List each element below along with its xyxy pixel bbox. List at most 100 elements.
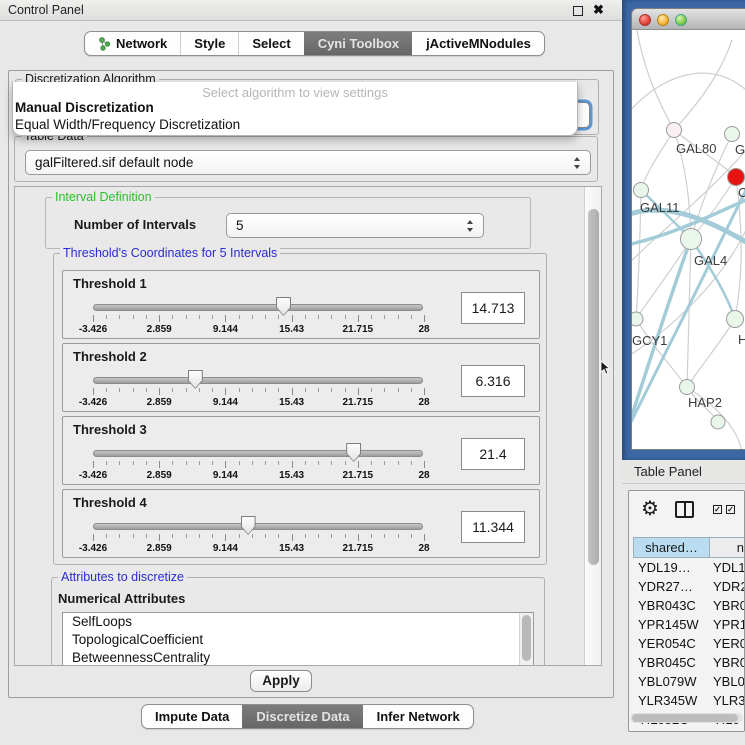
table-header-row: shared… n <box>633 537 745 558</box>
checkbox-icon[interactable]: ✓ <box>726 505 735 514</box>
cell-name: YDR2 <box>709 577 745 596</box>
column-header-name[interactable]: n <box>710 538 745 557</box>
tick-label: 2.859 <box>147 324 172 335</box>
tick-label: -3.426 <box>79 470 107 481</box>
tab-discretize-data[interactable]: Discretize Data <box>242 705 362 728</box>
threshold-3-slider-thumb[interactable] <box>346 443 361 462</box>
table-panel-title: Table Panel <box>634 464 702 479</box>
slider-tick-labels: -3.4262.8599.14415.4321.71528 <box>93 397 424 409</box>
threshold-2-slider-thumb[interactable] <box>188 370 203 389</box>
threshold-1-slider-track[interactable] <box>93 304 423 311</box>
node-gcy1 <box>632 312 643 326</box>
table-row[interactable]: YDL19…YDL1 <box>633 558 745 577</box>
close-panel-icon[interactable]: ✖ <box>593 2 604 18</box>
algorithm-option-equal-width[interactable]: Equal Width/Frequency Discretization <box>13 116 577 133</box>
cell-name: YDL1 <box>709 558 745 577</box>
node-gal4 <box>681 229 702 250</box>
threshold-4-slider-thumb[interactable] <box>241 516 256 535</box>
network-window-titlebar[interactable] <box>632 9 745 30</box>
split-columns-icon[interactable] <box>675 501 694 518</box>
threshold-2-value-field[interactable]: 6.316 <box>461 365 525 397</box>
node-gal80 <box>667 123 682 138</box>
apply-button[interactable]: Apply <box>250 670 312 692</box>
threshold-4-slider-track[interactable] <box>93 523 423 530</box>
tick-label: 15.43 <box>279 324 304 335</box>
attribute-item[interactable]: TopologicalCoefficient <box>63 631 533 649</box>
attribute-item[interactable]: BetweennessCentrality <box>63 649 533 666</box>
threshold-1-slider-thumb[interactable] <box>276 297 291 316</box>
tick-label: 28 <box>418 470 429 481</box>
algorithm-option-manual[interactable]: Manual Discretization <box>13 99 577 116</box>
cell-name: YER0 <box>709 634 745 653</box>
panel-vertical-scrollbar[interactable] <box>584 187 601 665</box>
threshold-3-panel: Threshold 3 -3.4262.8599.14415.4321.7152… <box>62 416 540 485</box>
network-canvas[interactable]: GAL80 G C GAL11 GAL4 GCY1 H HAP2 <box>632 30 745 450</box>
tab-infer-network[interactable]: Infer Network <box>363 705 473 728</box>
table-data-value: galFiltered.sif default node <box>35 155 193 170</box>
cell-shared-name: YBL079W <box>633 672 709 691</box>
cell-shared-name: YDR27… <box>633 577 709 596</box>
tab-style[interactable]: Style <box>180 32 238 55</box>
slider-tick-marks <box>93 388 424 396</box>
close-traffic-light-icon[interactable] <box>639 14 651 26</box>
tab-label: Style <box>194 36 225 51</box>
tick-label: 15.43 <box>279 397 304 408</box>
tick-label: 9.144 <box>213 543 238 554</box>
threshold-1-label: Threshold 1 <box>73 276 147 291</box>
threshold-4-label: Threshold 4 <box>73 495 147 510</box>
tab-network[interactable]: Network <box>85 32 180 55</box>
tick-label: 2.859 <box>147 470 172 481</box>
table-row[interactable]: YER054CYER0 <box>633 634 745 653</box>
dock-titlebar: Control Panel ✖ <box>0 0 622 21</box>
control-panel-dock: Control Panel ✖ Network Style SelectCyni T… <box>0 0 622 745</box>
spinner-arrows-icon <box>466 220 474 232</box>
numerical-attributes-list[interactable]: SelfLoopsTopologicalCoefficientBetweenne… <box>62 612 534 666</box>
settings-scroll-panel: Interval Definition Number of Intervals … <box>14 186 602 666</box>
tab-jactivemnodules[interactable]: jActiveMNodules <box>412 32 544 55</box>
dock-title: Control Panel <box>8 3 84 17</box>
cell-shared-name: YER054C <box>633 634 709 653</box>
float-panel-icon[interactable] <box>573 6 583 16</box>
scrollbar-thumb[interactable] <box>588 209 599 565</box>
minimize-traffic-light-icon[interactable] <box>657 14 669 26</box>
table-row[interactable]: YPR145WYPR1 <box>633 615 745 634</box>
tab-impute-data[interactable]: Impute Data <box>142 705 242 728</box>
table-row[interactable]: YDR27…YDR2 <box>633 577 745 596</box>
number-of-intervals-value: 5 <box>236 218 244 233</box>
table-row[interactable]: YBR045CYBR0 <box>633 653 745 672</box>
table-row[interactable]: YLR345WYLR3 <box>633 691 745 710</box>
table-row[interactable]: YBR043CYBR0 <box>633 596 745 615</box>
node-h <box>727 311 744 328</box>
cell-shared-name: YBR045C <box>633 653 709 672</box>
checkbox-icon[interactable]: ✓ <box>713 505 722 514</box>
zoom-traffic-light-icon[interactable] <box>675 14 687 26</box>
scrollbar-thumb[interactable] <box>632 714 738 722</box>
tab-select[interactable]: Select <box>238 32 303 55</box>
algorithm-placeholder-option[interactable]: Select algorithm to view settings <box>13 82 577 99</box>
tick-label: 15.43 <box>279 470 304 481</box>
tab-cyni-toolbox[interactable]: Cyni Toolbox <box>304 32 412 55</box>
attribute-item[interactable]: SelfLoops <box>63 613 533 631</box>
table-horizontal-scrollbar[interactable] <box>630 713 743 723</box>
table-data-combobox[interactable]: galFiltered.sif default node <box>25 150 591 175</box>
network-tab-icon <box>98 37 111 51</box>
threshold-3-slider-track[interactable] <box>93 450 423 457</box>
svg-text:H: H <box>738 332 745 347</box>
threshold-1-panel: Threshold 1 -3.4262.8599.14415.4321.7152… <box>62 270 540 339</box>
threshold-3-label: Threshold 3 <box>73 422 147 437</box>
column-header-shared[interactable]: shared… <box>634 538 710 557</box>
interval-definition-group: Interval Definition Number of Intervals … <box>45 197 531 249</box>
gear-icon[interactable]: ⚙ <box>641 498 659 520</box>
tick-label: 9.144 <box>213 397 238 408</box>
cell-name: YBR0 <box>709 653 745 672</box>
attributes-list-scrollbar[interactable] <box>519 613 533 666</box>
tick-label: -3.426 <box>79 397 107 408</box>
attributes-group: Attributes to discretize Numerical Attri… <box>51 577 545 666</box>
node-g <box>725 127 740 142</box>
threshold-2-slider-track[interactable] <box>93 377 423 384</box>
threshold-1-value-field[interactable]: 14.713 <box>461 292 525 324</box>
number-of-intervals-combobox[interactable]: 5 <box>226 213 484 238</box>
threshold-4-value-field[interactable]: 11.344 <box>461 511 525 543</box>
threshold-3-value-field[interactable]: 21.4 <box>461 438 525 470</box>
table-row[interactable]: YBL079WYBL0 <box>633 672 745 691</box>
